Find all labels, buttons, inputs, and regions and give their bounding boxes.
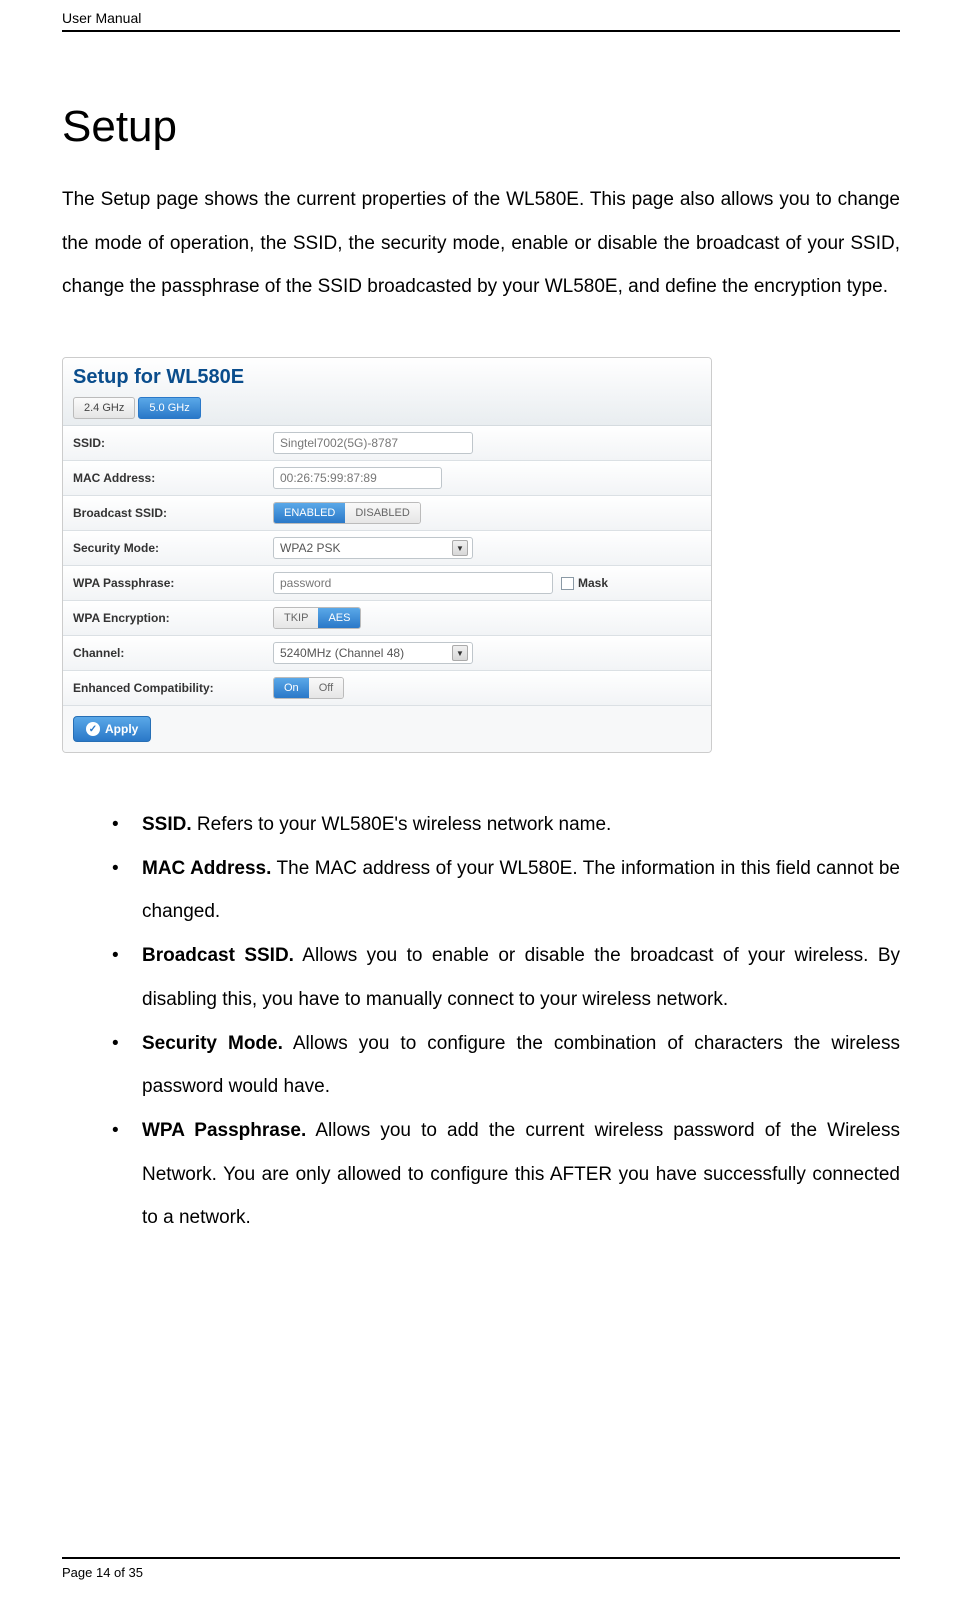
toggle-broadcast[interactable]: ENABLED DISABLED (273, 502, 421, 524)
mask-checkbox[interactable] (561, 577, 574, 590)
setup-screenshot: Setup for WL580E 2.4 GHz 5.0 GHz SSID: M… (62, 357, 712, 753)
row-security-mode: Security Mode: WPA2 PSK ▼ (63, 531, 711, 566)
text-ssid: Refers to your WL580E's wireless network… (192, 814, 612, 835)
bullet-broadcast: Broadcast SSID. Allows you to enable or … (112, 934, 900, 1021)
label-compat: Enhanced Compatibility: (73, 681, 273, 695)
screenshot-title: Setup for WL580E (73, 366, 701, 389)
term-security: Security Mode. (142, 1033, 283, 1054)
term-mac: MAC Address. (142, 858, 271, 879)
band-tabs: 2.4 GHz 5.0 GHz (73, 397, 701, 419)
header-rule (62, 30, 900, 32)
row-passphrase: WPA Passphrase: Mask (63, 566, 711, 601)
label-mac: MAC Address: (73, 471, 273, 485)
label-passphrase: WPA Passphrase: (73, 576, 273, 590)
row-compat: Enhanced Compatibility: On Off (63, 671, 711, 706)
compat-on[interactable]: On (274, 678, 309, 698)
bullet-passphrase: WPA Passphrase. Allows you to add the cu… (112, 1109, 900, 1240)
header-doc-title: User Manual (62, 10, 900, 30)
apply-label: Apply (105, 722, 138, 736)
input-mac (273, 467, 442, 489)
bullet-ssid: SSID. Refers to your WL580E's wireless n… (112, 803, 900, 847)
broadcast-disabled[interactable]: DISABLED (345, 503, 419, 523)
intro-paragraph: The Setup page shows the current propert… (62, 178, 900, 309)
select-security-mode[interactable]: WPA2 PSK ▼ (273, 537, 473, 559)
bullet-mac: MAC Address. The MAC address of your WL5… (112, 847, 900, 934)
mask-control[interactable]: Mask (561, 576, 608, 590)
footer-rule (62, 1557, 900, 1559)
toggle-compat[interactable]: On Off (273, 677, 344, 699)
label-channel: Channel: (73, 646, 273, 660)
description-list: SSID. Refers to your WL580E's wireless n… (62, 803, 900, 1240)
mask-label: Mask (578, 576, 608, 590)
dropdown-arrow-icon: ▼ (452, 645, 468, 661)
row-channel: Channel: 5240MHz (Channel 48) ▼ (63, 636, 711, 671)
apply-button[interactable]: ✓ Apply (73, 716, 151, 742)
toggle-encryption[interactable]: TKIP AES (273, 607, 361, 629)
encryption-tkip[interactable]: TKIP (274, 608, 318, 628)
broadcast-enabled[interactable]: ENABLED (274, 503, 345, 523)
channel-value: 5240MHz (Channel 48) (280, 646, 404, 660)
tab-50ghz[interactable]: 5.0 GHz (138, 397, 200, 419)
term-broadcast: Broadcast SSID. (142, 945, 294, 966)
check-icon: ✓ (86, 722, 100, 736)
label-ssid: SSID: (73, 436, 273, 450)
input-passphrase[interactable] (273, 572, 553, 594)
page-title: Setup (62, 102, 900, 152)
footer: Page 14 of 35 (62, 1557, 900, 1580)
encryption-aes[interactable]: AES (318, 608, 360, 628)
row-ssid: SSID: (63, 426, 711, 461)
row-mac: MAC Address: (63, 461, 711, 496)
term-ssid: SSID. (142, 814, 192, 835)
security-mode-value: WPA2 PSK (280, 541, 340, 555)
screenshot-header: Setup for WL580E 2.4 GHz 5.0 GHz (63, 358, 711, 426)
select-channel[interactable]: 5240MHz (Channel 48) ▼ (273, 642, 473, 664)
tab-24ghz[interactable]: 2.4 GHz (73, 397, 135, 419)
compat-off[interactable]: Off (309, 678, 343, 698)
dropdown-arrow-icon: ▼ (452, 540, 468, 556)
label-broadcast: Broadcast SSID: (73, 506, 273, 520)
row-broadcast: Broadcast SSID: ENABLED DISABLED (63, 496, 711, 531)
input-ssid[interactable] (273, 432, 473, 454)
term-passphrase: WPA Passphrase. (142, 1120, 306, 1141)
row-encryption: WPA Encryption: TKIP AES (63, 601, 711, 636)
bullet-security: Security Mode. Allows you to configure t… (112, 1022, 900, 1109)
page-number: Page 14 of 35 (62, 1565, 900, 1580)
label-security-mode: Security Mode: (73, 541, 273, 555)
label-encryption: WPA Encryption: (73, 611, 273, 625)
